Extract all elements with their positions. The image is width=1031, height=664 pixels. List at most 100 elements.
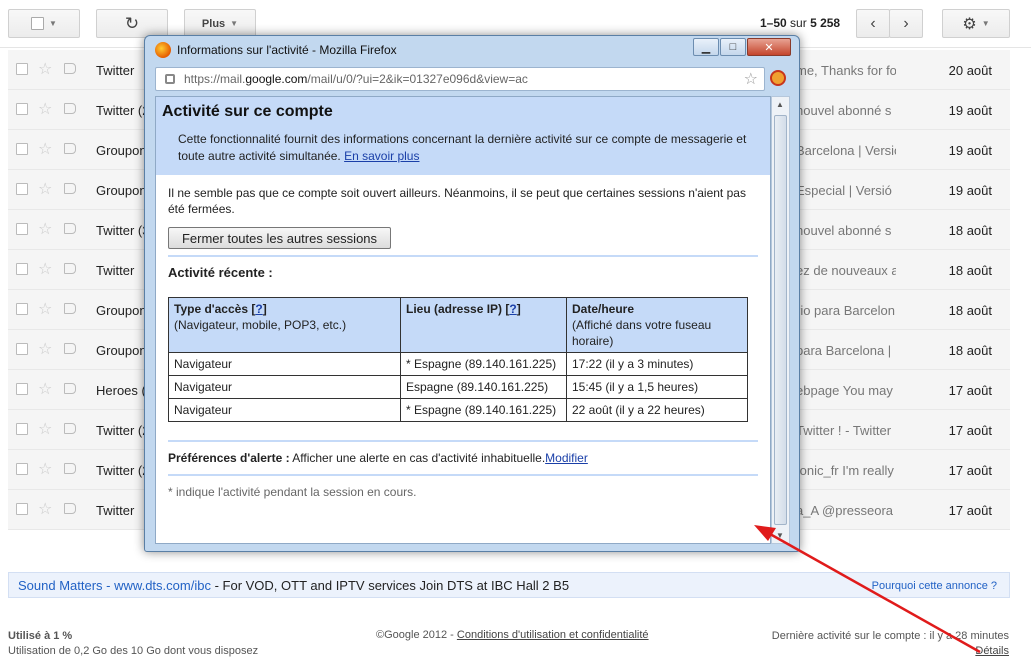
ad-bar: Sound Matters - www.dts.com/ibc - For VO… [8, 572, 1010, 598]
access-help-link[interactable]: ? [255, 302, 262, 316]
mail-snippet: para Barcelona | [796, 343, 892, 358]
mail-date: 18 août [948, 223, 992, 238]
star-icon[interactable]: ☆ [38, 179, 52, 199]
star-icon[interactable]: ☆ [38, 299, 52, 319]
activity-table: Type d'accès [?] (Navigateur, mobile, PO… [168, 297, 748, 422]
minimize-button[interactable]: ▁ [693, 38, 719, 56]
importance-marker-icon[interactable] [64, 263, 76, 274]
window-title: Informations sur l'activité - Mozilla Fi… [177, 43, 397, 57]
importance-marker-icon[interactable] [64, 143, 76, 154]
terms-link[interactable]: Conditions d'utilisation et confidential… [457, 629, 649, 641]
chevron-down-icon: ▼ [49, 19, 57, 28]
importance-marker-icon[interactable] [64, 383, 76, 394]
row-checkbox[interactable] [16, 503, 28, 515]
scroll-thumb[interactable] [774, 115, 787, 525]
ad-why-link[interactable]: Pourquoi cette annonce ? [872, 580, 997, 592]
star-icon[interactable]: ☆ [38, 379, 52, 399]
star-icon[interactable]: ☆ [38, 339, 52, 359]
maximize-button[interactable]: □ [720, 38, 746, 56]
importance-marker-icon[interactable] [64, 503, 76, 514]
description-text: Cette fonctionnalité fournit des informa… [178, 132, 747, 163]
star-icon[interactable]: ☆ [38, 139, 52, 159]
minimize-icon: ▁ [701, 41, 711, 54]
older-button[interactable]: › [889, 9, 923, 38]
activity-description: Cette fonctionnalité fournit des informa… [162, 131, 764, 165]
bookmark-star-icon[interactable]: ☆ [744, 69, 758, 89]
activity-row: Navigateur * Espagne (89.140.161.225) 17:2… [168, 352, 748, 376]
importance-marker-icon[interactable] [64, 183, 76, 194]
popup-scrollbar[interactable]: ▲ ▼ [771, 96, 790, 544]
more-label: Plus [201, 17, 226, 30]
pager-of: sur [790, 16, 807, 30]
modify-alert-link[interactable]: Modifier [545, 451, 588, 465]
row-checkbox[interactable] [16, 423, 28, 435]
importance-marker-icon[interactable] [64, 223, 76, 234]
last-activity: Dernière activité sur le compte : il y a… [772, 629, 1009, 659]
row-checkbox[interactable] [16, 103, 28, 115]
mail-date: 18 août [948, 263, 992, 278]
datetime-cell: 22 août (il y a 22 heures) [566, 398, 748, 422]
ad-title-link[interactable]: Sound Matters [18, 578, 103, 593]
settings-button[interactable]: ⚙ ▼ [942, 9, 1010, 38]
access-type-cell: Navigateur [168, 352, 401, 376]
recent-activity-heading: Activité récente : [168, 265, 273, 280]
row-checkbox[interactable] [16, 343, 28, 355]
importance-marker-icon[interactable] [64, 423, 76, 434]
activity-table-header: Type d'accès [?] (Navigateur, mobile, PO… [168, 297, 748, 353]
row-checkbox[interactable] [16, 223, 28, 235]
firefox-icon [155, 42, 171, 58]
star-icon[interactable]: ☆ [38, 259, 52, 279]
close-window-button[interactable]: ✕ [747, 38, 791, 56]
select-all-checkbox-button[interactable]: ▼ [8, 9, 80, 38]
location-help-link[interactable]: ? [509, 302, 516, 316]
row-checkbox[interactable] [16, 463, 28, 475]
close-other-sessions-button[interactable]: Fermer toutes les autres sessions [168, 227, 391, 249]
location-cell: * Espagne (89.140.161.225) [400, 352, 567, 376]
star-icon[interactable]: ☆ [38, 499, 52, 519]
importance-marker-icon[interactable] [64, 63, 76, 74]
mail-snippet: nouvel abonné s [796, 223, 892, 238]
more-button[interactable]: Plus ▼ [184, 9, 256, 38]
newer-button[interactable]: ‹ [856, 9, 890, 38]
details-link[interactable]: Détails [975, 645, 1009, 657]
star-icon[interactable]: ☆ [38, 419, 52, 439]
ad-url-link[interactable]: www.dts.com/ibc [114, 578, 211, 593]
row-checkbox[interactable] [16, 63, 28, 75]
mail-date: 18 août [948, 303, 992, 318]
row-checkbox[interactable] [16, 263, 28, 275]
importance-marker-icon[interactable] [64, 343, 76, 354]
activity-popup-window: Informations sur l'activité - Mozilla Fi… [144, 35, 800, 552]
star-icon[interactable]: ☆ [38, 59, 52, 79]
mail-date: 17 août [948, 463, 992, 478]
access-type-title: Type d'accès [ [174, 302, 256, 316]
refresh-button[interactable]: ↻ [96, 9, 168, 38]
row-checkbox[interactable] [16, 383, 28, 395]
chevron-right-icon: › [903, 14, 909, 32]
bracket-close: ] [516, 302, 521, 316]
star-icon[interactable]: ☆ [38, 99, 52, 119]
importance-marker-icon[interactable] [64, 103, 76, 114]
row-checkbox[interactable] [16, 143, 28, 155]
activity-header: Activité sur ce compte Cette fonctionnal… [156, 97, 770, 175]
mail-snippet: Barcelona | Versió [796, 143, 896, 158]
row-checkbox[interactable] [16, 183, 28, 195]
scroll-up-icon[interactable]: ▲ [776, 100, 784, 109]
mail-date: 19 août [948, 103, 992, 118]
close-icon: ✕ [764, 41, 774, 54]
ad-text: - For VOD, OTT and IPTV services Join DT… [214, 578, 570, 593]
learn-more-link[interactable]: En savoir plus [344, 149, 419, 163]
importance-marker-icon[interactable] [64, 463, 76, 474]
url-bar[interactable]: https://mail.google.com/mail/u/0/?ui=2&i… [155, 67, 765, 91]
maximize-icon: □ [729, 41, 737, 53]
url-path: /mail/u/0/?ui=2&ik=01327e096d&view=ac [307, 72, 528, 86]
alert-preferences: Préférences d'alerte : Afficher une aler… [168, 440, 758, 466]
row-checkbox[interactable] [16, 303, 28, 315]
noscript-icon[interactable] [770, 70, 786, 86]
star-icon[interactable]: ☆ [38, 459, 52, 479]
window-titlebar: Informations sur l'activité - Mozilla Fi… [155, 42, 397, 58]
url-host: google.com [245, 72, 308, 86]
importance-marker-icon[interactable] [64, 303, 76, 314]
star-icon[interactable]: ☆ [38, 219, 52, 239]
scroll-down-icon[interactable]: ▼ [776, 531, 784, 540]
datetime-cell: 17:22 (il y a 3 minutes) [566, 352, 748, 376]
